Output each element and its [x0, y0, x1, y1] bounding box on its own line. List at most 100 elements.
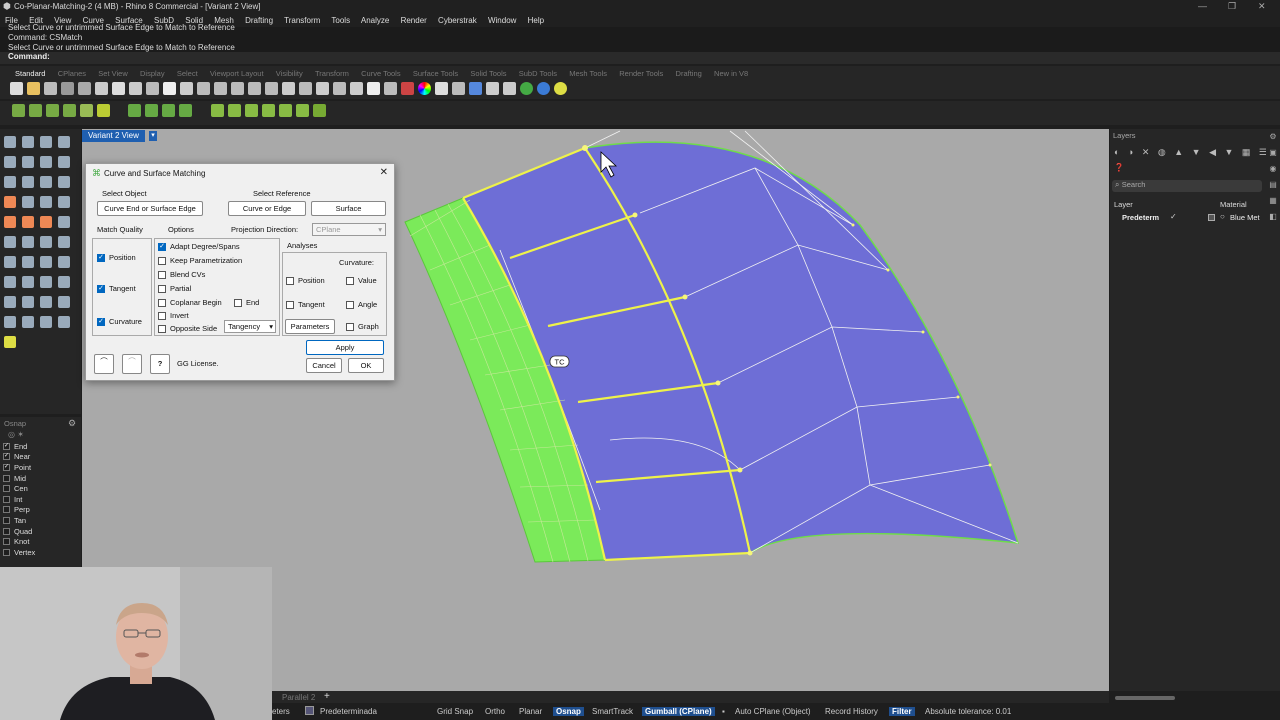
surface-tool-icon[interactable] [97, 104, 110, 117]
match-tool-icon[interactable] [210, 104, 224, 117]
cancel-button[interactable]: Cancel [306, 358, 342, 373]
status-planar[interactable]: Planar [519, 707, 542, 716]
status-auto-cplane[interactable]: Auto CPlane (Object) [735, 707, 811, 716]
value-checkbox[interactable]: Value [346, 276, 377, 285]
paste-icon[interactable] [129, 82, 142, 95]
curve-icon[interactable] [4, 176, 16, 188]
tab-render-tools[interactable]: Render Tools [619, 69, 663, 78]
curve-end-or-surface-edge-button[interactable]: Curve End or Surface Edge [97, 201, 203, 216]
save-icon[interactable] [44, 82, 57, 95]
join-icon[interactable] [40, 256, 52, 268]
tab-set-view[interactable]: Set View [98, 69, 127, 78]
layer-color-swatch[interactable] [1208, 214, 1215, 221]
trim-icon[interactable] [4, 256, 16, 268]
curve-tool-icon[interactable] [162, 104, 176, 117]
zoom-extents-icon[interactable] [231, 82, 244, 95]
analyze-icon[interactable] [4, 316, 16, 328]
osnap-vertex[interactable]: Vertex [0, 547, 81, 558]
command-line[interactable]: Command: [0, 52, 1280, 64]
solid-icon[interactable] [4, 216, 16, 228]
right-dock-strip[interactable]: ⚙ ▣ ◉ ▤ ▦ ◧ [1266, 129, 1280, 249]
open-file-icon[interactable] [27, 82, 40, 95]
tab-visibility[interactable]: Visibility [276, 69, 303, 78]
rotate-icon[interactable] [40, 276, 52, 288]
select-icon[interactable] [316, 82, 329, 95]
match-tool-icon[interactable] [227, 104, 241, 117]
keep-parametrization-checkbox[interactable]: Keep Parametrization [158, 256, 242, 265]
tab-solid-tools[interactable]: Solid Tools [470, 69, 506, 78]
tab-viewport-layout[interactable]: Viewport Layout [210, 69, 264, 78]
gumball-icon[interactable] [58, 316, 70, 328]
color-wheel-icon[interactable] [418, 82, 431, 95]
split-icon[interactable] [22, 256, 34, 268]
torus-icon[interactable] [58, 236, 70, 248]
environment-icon[interactable] [469, 82, 482, 95]
match-curve-icon[interactable]: ⌒ [94, 354, 114, 374]
blend-cvs-checkbox[interactable]: Blend CVs [158, 270, 205, 279]
curve-or-edge-button[interactable]: Curve or Edge [228, 201, 306, 216]
pan-hand-icon[interactable] [163, 82, 176, 95]
extrude-icon[interactable] [40, 196, 52, 208]
box-icon[interactable] [22, 216, 34, 228]
curve-tool-icon[interactable] [145, 104, 159, 117]
cut-icon[interactable] [95, 82, 108, 95]
options-icon[interactable] [503, 82, 516, 95]
tab-mesh-tools[interactable]: Mesh Tools [569, 69, 607, 78]
match-tool-icon[interactable] [244, 104, 258, 117]
boolean-icon[interactable] [58, 216, 70, 228]
point-icon[interactable] [22, 136, 34, 148]
fillet-icon[interactable] [40, 176, 52, 188]
copy-icon[interactable] [112, 82, 125, 95]
coplanar-end-checkbox[interactable]: End [234, 298, 259, 307]
layer-column-header[interactable]: Layer [1114, 200, 1133, 209]
scale-icon[interactable] [58, 276, 70, 288]
circle-icon[interactable] [4, 156, 16, 168]
explode-icon[interactable] [58, 256, 70, 268]
import-icon[interactable] [78, 82, 91, 95]
mirror-icon[interactable] [4, 296, 16, 308]
tab-parallel-2[interactable]: Parallel 2 [282, 693, 315, 702]
status-osnap[interactable]: Osnap [553, 707, 584, 716]
tab-subd-tools[interactable]: SubD Tools [519, 69, 557, 78]
text-icon[interactable] [22, 316, 34, 328]
undo-view-icon[interactable] [265, 82, 278, 95]
osnap-filter-icons[interactable]: ◎ ✶ [0, 430, 81, 441]
minimize-icon[interactable]: — [1198, 1, 1207, 11]
ellipse-icon[interactable] [22, 156, 34, 168]
surface-tool-icon[interactable] [63, 104, 76, 117]
tab-drafting[interactable]: Drafting [676, 69, 702, 78]
layer-row[interactable]: Predeterm ✓ ○ Blue Met [1110, 212, 1280, 223]
tab-transform[interactable]: Transform [315, 69, 349, 78]
tab-new-in-v8[interactable]: New in V8 [714, 69, 748, 78]
rectangle-icon[interactable] [58, 136, 70, 148]
plugin-icon[interactable] [554, 82, 567, 95]
curve-tool-icon[interactable] [128, 104, 142, 117]
surface-tool-icon[interactable] [46, 104, 59, 117]
status-gumball[interactable]: Gumball (CPlane) [642, 707, 715, 716]
layer-swatch[interactable] [305, 706, 314, 715]
sphere-icon[interactable] [486, 82, 499, 95]
help-icon[interactable] [537, 82, 550, 95]
freeform-icon[interactable] [22, 176, 34, 188]
osnap-end[interactable]: ✓ End [0, 441, 81, 452]
tab-display[interactable]: Display [140, 69, 165, 78]
zoom-selected-icon[interactable] [248, 82, 261, 95]
undo-icon[interactable] [146, 82, 159, 95]
print-icon[interactable] [61, 82, 74, 95]
apply-button[interactable]: Apply [306, 340, 384, 355]
tab-surface-tools[interactable]: Surface Tools [413, 69, 458, 78]
status-ortho[interactable]: Ortho [485, 707, 505, 716]
offset-icon[interactable] [58, 176, 70, 188]
polyline-icon[interactable] [40, 136, 52, 148]
osnap-knot[interactable]: Knot [0, 536, 81, 547]
osnap-mid[interactable]: Mid [0, 473, 81, 484]
status-filter[interactable]: Filter [889, 707, 915, 716]
mesh-icon[interactable] [4, 236, 16, 248]
cone-icon[interactable] [40, 236, 52, 248]
sweep-icon[interactable] [58, 196, 70, 208]
position-radio[interactable]: ✓ Position [97, 253, 136, 262]
layer-search-input[interactable]: ⌕ Search [1112, 180, 1262, 192]
zoom-icon[interactable] [197, 82, 210, 95]
curve-tool-icon[interactable] [179, 104, 193, 117]
osnap-point[interactable]: ✓ Point [0, 462, 81, 473]
